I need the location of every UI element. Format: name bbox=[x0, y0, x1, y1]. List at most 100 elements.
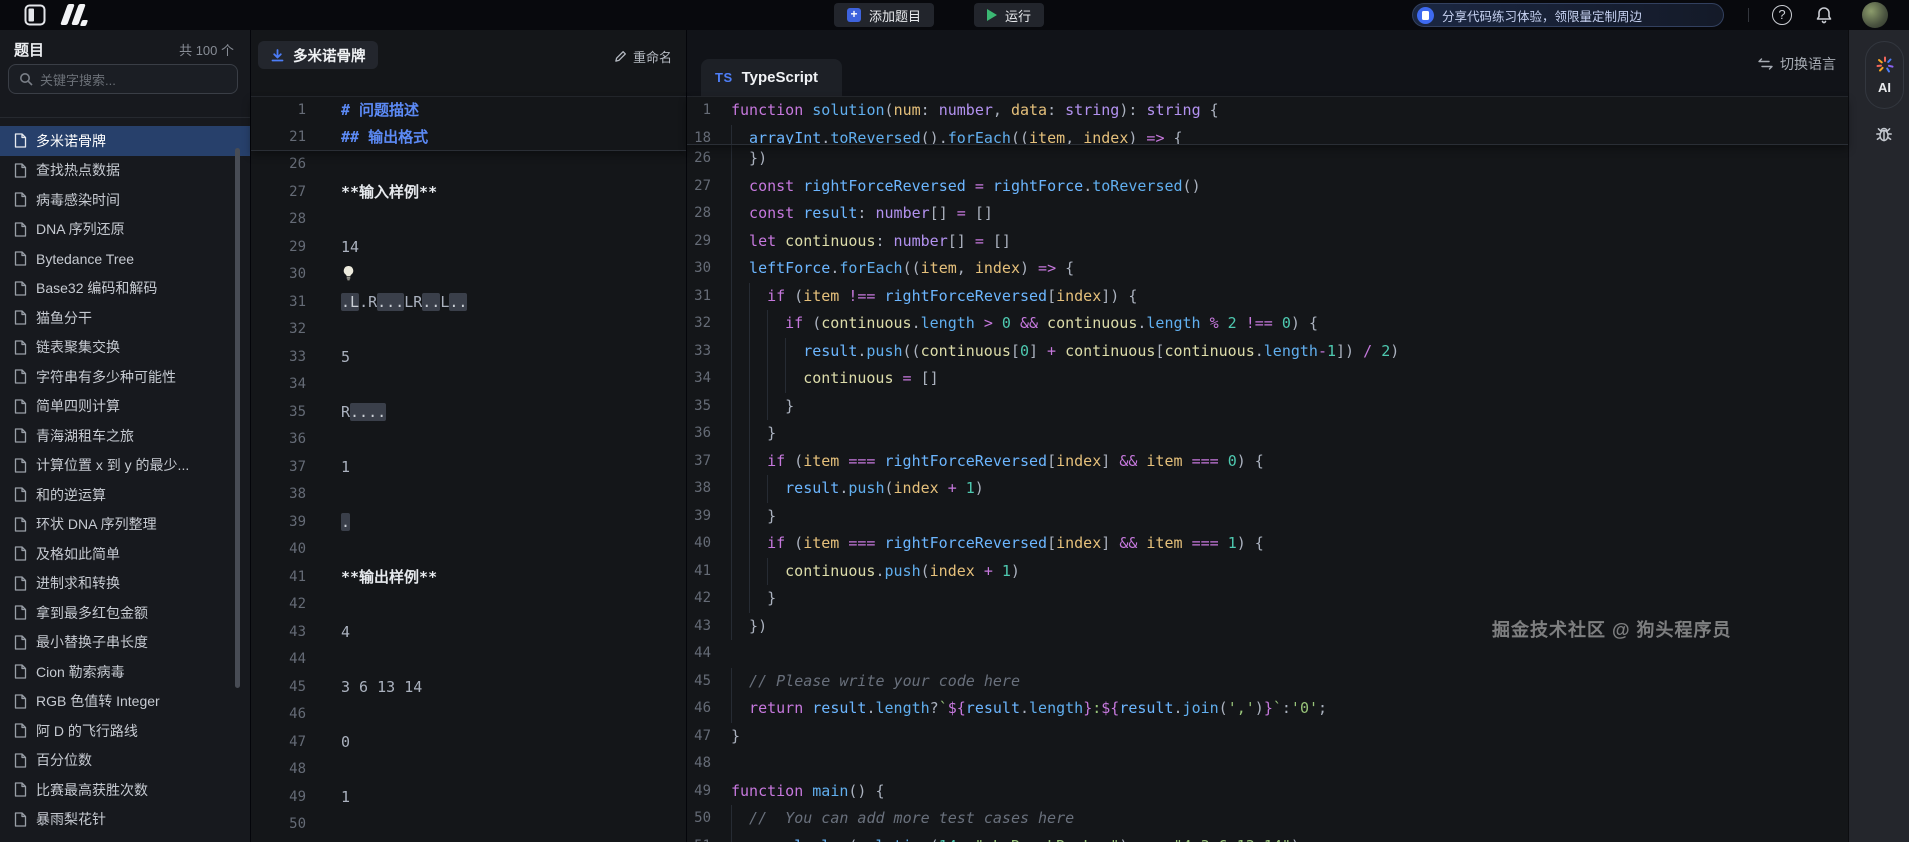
sidebar-item[interactable]: 青海湖租车之旅 bbox=[0, 421, 250, 451]
search-input[interactable]: 关键字搜索... bbox=[8, 64, 238, 94]
line-number: 29 bbox=[687, 228, 711, 256]
sidebar-item-label: 多米诺骨牌 bbox=[36, 131, 106, 151]
line-number: 30 bbox=[687, 255, 711, 283]
sidebar-toggle-icon[interactable] bbox=[24, 4, 46, 26]
code-line: 28 bbox=[251, 206, 686, 234]
sidebar-item[interactable]: 病毒感染时间 bbox=[0, 185, 250, 215]
code-line: 44 bbox=[687, 640, 1848, 668]
code-line: 39. bbox=[251, 509, 686, 537]
line-number: 39 bbox=[251, 509, 306, 537]
sidebar-item[interactable]: 计算位置 x 到 y 的最少... bbox=[0, 451, 250, 481]
sidebar-item[interactable]: 环状 DNA 序列整理 bbox=[0, 510, 250, 540]
line-number: 40 bbox=[687, 530, 711, 558]
line-number: 31 bbox=[251, 289, 306, 317]
bell-icon[interactable] bbox=[1814, 5, 1834, 25]
sidebar-item[interactable]: 及格如此简单 bbox=[0, 539, 250, 569]
code-line: 35} bbox=[687, 393, 1848, 421]
line-number: 36 bbox=[687, 420, 711, 448]
code-line: 31if (item !== rightForceReversed[index]… bbox=[687, 283, 1848, 311]
sidebar-item[interactable]: 最小替换子串长度 bbox=[0, 628, 250, 658]
code-editor-body[interactable]: 26})27const rightForceReversed = rightFo… bbox=[687, 145, 1848, 842]
sidebar-item-label: 暴雨梨花针 bbox=[36, 809, 106, 829]
code-line: 36} bbox=[687, 420, 1848, 448]
sidebar-item-label: Base32 编码和解码 bbox=[36, 278, 157, 298]
sidebar-scrollbar[interactable] bbox=[235, 148, 240, 688]
problem-name-button[interactable]: 多米诺骨牌 bbox=[258, 41, 378, 69]
add-problem-button[interactable]: + 添加题目 bbox=[834, 3, 934, 27]
tab-typescript[interactable]: TS TypeScript bbox=[701, 59, 842, 96]
code-line: 32 bbox=[251, 316, 686, 344]
sidebar-item[interactable]: 阿 D 的飞行路线 bbox=[0, 716, 250, 746]
switch-language-button[interactable]: 切换语言 bbox=[1758, 54, 1836, 74]
sidebar-item[interactable]: 字符串有多少种可能性 bbox=[0, 362, 250, 392]
code-line: 30leftForce.forEach((item, index) => { bbox=[687, 255, 1848, 283]
sidebar-item[interactable]: 简单四则计算 bbox=[0, 392, 250, 422]
line-number: 29 bbox=[251, 234, 306, 262]
line-number: 28 bbox=[251, 206, 306, 234]
line-number: 49 bbox=[251, 784, 306, 812]
sidebar-item[interactable]: DNA 序列还原 bbox=[0, 215, 250, 245]
tab-label: TypeScript bbox=[742, 69, 818, 86]
code-line: 38 bbox=[251, 481, 686, 509]
code-line: 42 bbox=[251, 591, 686, 619]
help-icon[interactable]: ? bbox=[1772, 5, 1792, 25]
markdown-editor-body[interactable]: 2627**输入样例**2829143031.L.R...LR..L..3233… bbox=[251, 151, 686, 842]
sidebar-item[interactable]: Cion 勒索病毒 bbox=[0, 657, 250, 687]
sidebar-item[interactable]: 猫鱼分干 bbox=[0, 303, 250, 333]
document-icon bbox=[14, 222, 27, 237]
sidebar-item-label: 简单四则计算 bbox=[36, 396, 120, 416]
line-number: 37 bbox=[251, 454, 306, 482]
code-line: 40 bbox=[251, 536, 686, 564]
line-number: 32 bbox=[251, 316, 306, 344]
line-number: 33 bbox=[251, 344, 306, 372]
line-number: 37 bbox=[687, 448, 711, 476]
add-problem-label: 添加题目 bbox=[869, 6, 921, 25]
sidebar-item[interactable]: 进制求和转换 bbox=[0, 569, 250, 599]
run-button[interactable]: 运行 bbox=[974, 3, 1044, 27]
line-number: 50 bbox=[687, 805, 711, 833]
sidebar-item[interactable]: 比赛最高获胜次数 bbox=[0, 775, 250, 805]
sidebar-item[interactable]: Base32 编码和解码 bbox=[0, 274, 250, 304]
sidebar-item[interactable]: Bytedance Tree bbox=[0, 244, 250, 274]
line-number: 27 bbox=[687, 173, 711, 201]
sidebar-item-label: 拿到最多红包金额 bbox=[36, 603, 148, 623]
sidebar-item[interactable]: RGB 色值转 Integer bbox=[0, 687, 250, 717]
code-line: 41continuous.push(index + 1) bbox=[687, 558, 1848, 586]
sidebar-item[interactable]: 百分位数 bbox=[0, 746, 250, 776]
ai-sparkle-icon bbox=[1875, 55, 1895, 75]
debug-bug-icon[interactable] bbox=[1874, 124, 1894, 144]
sidebar-item[interactable]: 暴雨梨花针 bbox=[0, 805, 250, 835]
line-number: 45 bbox=[251, 674, 306, 702]
sidebar-item-label: 百分位数 bbox=[36, 750, 92, 770]
rename-button[interactable]: 重命名 bbox=[614, 47, 672, 66]
sidebar-item[interactable]: 拿到最多红包金额 bbox=[0, 598, 250, 628]
document-icon bbox=[14, 163, 27, 178]
sidebar-item[interactable]: 链表聚集交换 bbox=[0, 333, 250, 363]
problem-markdown-editor[interactable]: 1# 问题描述21## 输出格式 2627**输入样例**2829143031.… bbox=[251, 97, 686, 842]
line-number: 44 bbox=[687, 640, 711, 668]
code-line: 1function solution(num: number, data: st… bbox=[687, 97, 1848, 125]
code-line: 371 bbox=[251, 454, 686, 482]
lightbulb-icon[interactable] bbox=[341, 263, 356, 291]
code-editor[interactable]: 1function solution(num: number, data: st… bbox=[687, 97, 1848, 842]
document-icon bbox=[14, 635, 27, 650]
line-number: 35 bbox=[687, 393, 711, 421]
line-number: 31 bbox=[687, 283, 711, 311]
sidebar-item-label: 及格如此简单 bbox=[36, 544, 120, 564]
sidebar-item[interactable]: 和的逆运算 bbox=[0, 480, 250, 510]
line-number: 40 bbox=[251, 536, 306, 564]
document-icon bbox=[14, 251, 27, 266]
sidebar-item-label: Bytedance Tree bbox=[36, 251, 134, 267]
code-line: 26 bbox=[251, 151, 686, 179]
document-icon bbox=[14, 399, 27, 414]
document-icon bbox=[14, 428, 27, 443]
code-line: 50 bbox=[251, 811, 686, 839]
code-line: 46return result.length?`${result.length}… bbox=[687, 695, 1848, 723]
promo-banner[interactable]: 分享代码练习体验，领限量定制周边 bbox=[1412, 3, 1724, 27]
sidebar-item[interactable]: 查找热点数据 bbox=[0, 156, 250, 186]
sidebar-item[interactable]: 多米诺骨牌 bbox=[0, 126, 250, 156]
ai-assistant-button[interactable]: AI bbox=[1865, 41, 1904, 109]
code-line: 42} bbox=[687, 585, 1848, 613]
avatar[interactable] bbox=[1862, 2, 1888, 28]
sidebar-item-label: 字符串有多少种可能性 bbox=[36, 367, 176, 387]
